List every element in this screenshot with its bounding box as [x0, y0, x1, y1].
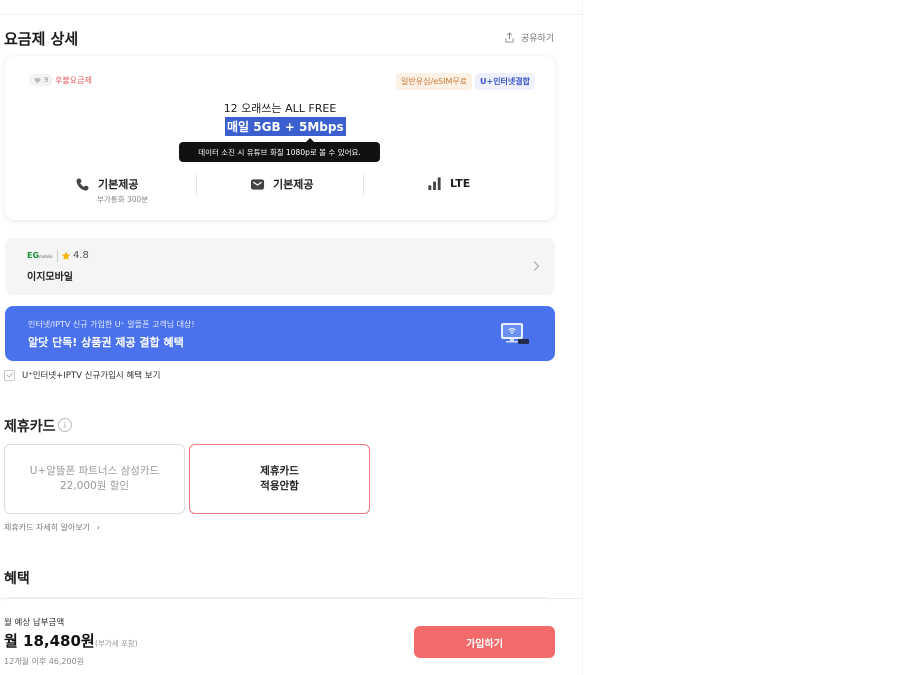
samsung-card-option[interactable]: U+알뜰폰 파트너스 삼성카드 22,000원 할인	[4, 444, 185, 514]
sms-feature-label: 기본제공	[273, 178, 314, 191]
call-feature: 기본제공	[75, 176, 138, 192]
top-divider	[0, 14, 583, 15]
plan-data-allowance: 매일 5GB + 5Mbps	[225, 117, 346, 136]
carrier-logo: EGmobile	[27, 251, 53, 260]
bundle-promo-banner[interactable]: 인터넷/IPTV 신규 가입한 U⁺ 알뜰폰 고객님 대상! 알닷 단독! 상품…	[5, 306, 555, 361]
feature-divider	[196, 174, 197, 196]
heart-icon	[34, 77, 41, 83]
message-icon	[250, 178, 265, 190]
monthly-payment-label: 월 예상 납부금액	[4, 618, 65, 628]
feature-divider	[363, 174, 364, 196]
carrier-card[interactable]: EGmobile 4.8 이지모바일	[5, 238, 555, 295]
partner-card-more-link[interactable]: 제휴카드 자세히 알아보기 ›	[4, 522, 100, 533]
after-12-months-price: 12개월 이후 46,200원	[4, 657, 85, 666]
no-card-line1: 제휴카드	[260, 465, 299, 477]
card-more-label: 제휴카드 자세히 알아보기	[4, 523, 91, 532]
bundle-checkbox[interactable]	[4, 369, 15, 381]
phone-icon	[76, 177, 89, 191]
tooltip-text: 데이터 소진 시 유튜브 화질 1080p로 볼 수 있어요.	[198, 147, 361, 157]
footer-divider	[0, 598, 583, 599]
info-icon[interactable]: i	[58, 418, 72, 432]
carrier-rating: 4.8	[61, 250, 89, 261]
carrier-name: 이지모바일	[27, 272, 73, 283]
data-tooltip: 데이터 소진 시 유튜브 화질 1080p로 볼 수 있어요.	[179, 138, 380, 162]
usim-chip: 일반유심/eSIM무료	[396, 73, 473, 90]
empty-area	[583, 0, 900, 675]
call-feature-label: 기본제공	[98, 178, 139, 191]
network-feature-label: LTE	[450, 177, 471, 190]
card-option-discount: 22,000원 할인	[59, 480, 130, 492]
likes-count: 9	[44, 76, 49, 84]
vat-note: (부가세 포함)	[95, 639, 138, 648]
page-title: 요금제 상세	[4, 30, 79, 48]
carrier-logo-sub: mobile	[39, 254, 53, 259]
plan-name: 12 오래쓰는 ALL FREE	[223, 102, 337, 115]
plan-card: 9 후불요금제 일반유심/eSIM무료 U+인터넷결합 12 오래쓰는 ALL …	[5, 56, 555, 220]
chevron-right-icon	[533, 261, 540, 271]
signal-icon	[428, 177, 441, 191]
plan-detail-page: 요금제 상세 공유하기 9 후불요금제 일반유심/eSIM무료 U+인터넷결합 …	[0, 0, 583, 675]
banner-subtitle: 인터넷/IPTV 신규 가입한 U⁺ 알뜰폰 고객님 대상!	[28, 320, 195, 329]
chevron-right-icon: ›	[96, 523, 100, 532]
share-label: 공유하기	[521, 34, 555, 44]
network-feature: LTE	[427, 176, 470, 191]
share-button[interactable]: 공유하기	[504, 31, 554, 44]
banner-title: 알닷 단독! 상품권 제공 결합 혜택	[28, 336, 184, 349]
tv-wifi-icon	[501, 323, 529, 344]
call-feature-sub: 부가통화 300분	[97, 195, 149, 204]
partner-card-title: 제휴카드	[4, 419, 56, 435]
no-card-option[interactable]: 제휴카드 적용안함	[189, 444, 370, 514]
logo-divider	[57, 250, 58, 262]
share-icon	[505, 32, 514, 43]
rating-value: 4.8	[73, 250, 89, 261]
bundle-benefit-check[interactable]: U⁺인터넷+IPTV 신규가입시 혜택 보기	[4, 369, 160, 381]
plan-type-tag: 후불요금제	[55, 76, 92, 85]
bundle-check-label: U⁺인터넷+IPTV 신규가입시 혜택 보기	[22, 371, 161, 381]
star-icon	[61, 251, 71, 260]
card-option-name: U+알뜰폰 파트너스 삼성카드	[29, 465, 160, 477]
check-icon	[6, 372, 13, 378]
likes-badge[interactable]: 9	[29, 74, 54, 86]
carrier-logo-text: EG	[27, 251, 40, 260]
no-card-line2: 적용안함	[260, 480, 299, 492]
sms-feature: 기본제공	[250, 176, 313, 192]
monthly-payment-amount: 월 18,480원	[4, 632, 95, 650]
benefits-title: 혜택	[4, 571, 30, 587]
join-button[interactable]: 가입하기	[414, 626, 555, 658]
internet-bundle-chip: U+인터넷결합	[475, 73, 535, 90]
